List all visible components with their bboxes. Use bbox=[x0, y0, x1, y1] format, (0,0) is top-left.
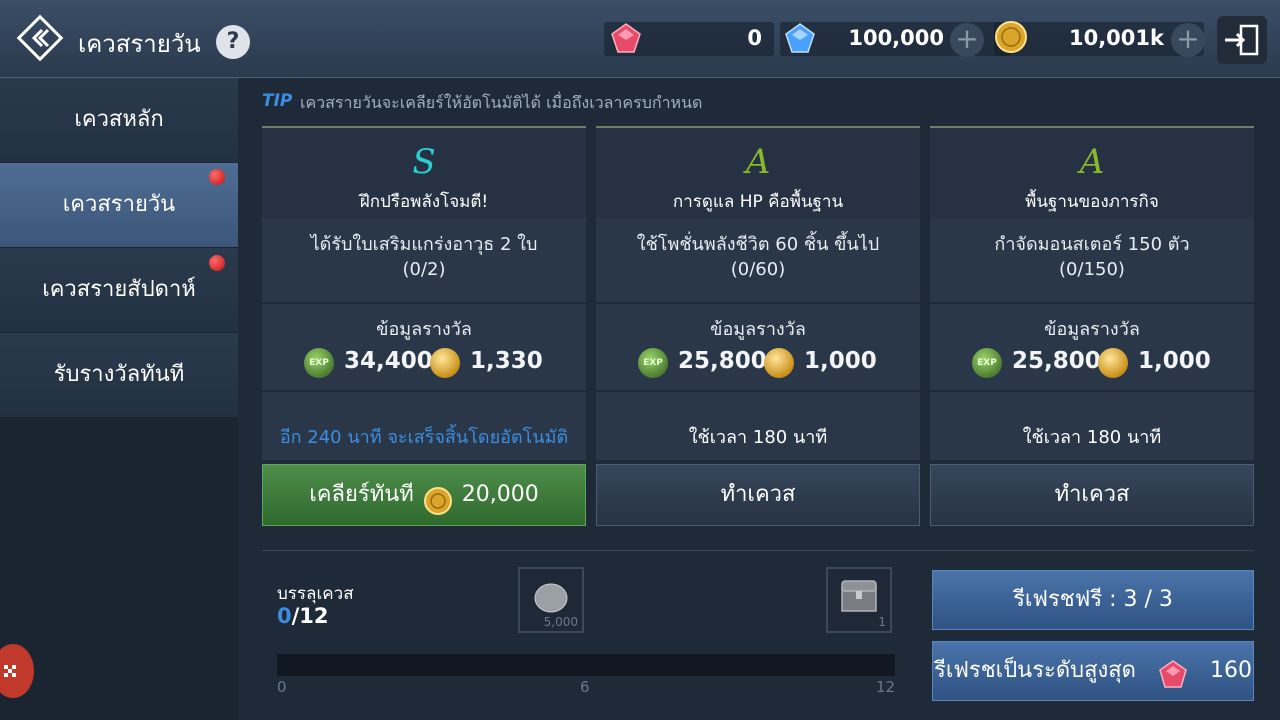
reward-row: EXP 34,400 1,330 bbox=[262, 348, 586, 382]
divider bbox=[596, 302, 920, 304]
gold-coin-icon bbox=[430, 348, 460, 378]
quest-card: A พื้นฐานของภารกิจ กำจัดมอนสเตอร์ 150 ตั… bbox=[930, 126, 1254, 460]
quest-card: S ฝึกปรือพลังโจมตี! ได้รับใบเสริมแกร่งอา… bbox=[262, 126, 586, 460]
do-quest-button[interactable]: ทำเควส bbox=[930, 464, 1254, 526]
quest-progress: (0/2) bbox=[402, 259, 446, 280]
gold-coin-icon bbox=[994, 20, 1028, 58]
milestone-reward-2[interactable]: 1 bbox=[826, 567, 892, 633]
quest-title: การดูแล HP คือพื้นฐาน bbox=[672, 192, 844, 212]
progress-tick: 12 bbox=[876, 678, 896, 696]
tip-text: เควสรายวันจะเคลียร์ให้อัตโนมัติได้ เมื่อ… bbox=[300, 93, 703, 112]
quest-progress: (0/60) bbox=[730, 259, 786, 280]
quest-title: พื้นฐานของภารกิจ bbox=[1025, 192, 1159, 212]
quest-description: ได้รับใบเสริมแกร่งอาวุธ 2 ใบ (0/2) bbox=[262, 232, 586, 282]
divider bbox=[262, 390, 586, 392]
quest-grade: A bbox=[1079, 142, 1105, 182]
exp-reward-value: 25,800 bbox=[1012, 348, 1101, 374]
reward-caption: 5,000 bbox=[543, 615, 578, 629]
clear-now-cost: 20,000 bbox=[461, 482, 539, 507]
quest-objective: กำจัดมอนสเตอร์ 150 ตัว bbox=[994, 234, 1190, 255]
quest-objective: ได้รับใบเสริมแกร่งอาวุธ 2 ใบ bbox=[310, 234, 538, 255]
sidebar-item-daily-quest[interactable]: เควสรายวัน bbox=[0, 163, 238, 247]
sidebar-item-main-quest[interactable]: เควสหลัก bbox=[0, 78, 238, 162]
quest-duration: ใช้เวลา 180 นาที bbox=[1022, 427, 1162, 448]
back-icon[interactable] bbox=[14, 12, 66, 64]
max-refresh-cost: 160 bbox=[1209, 658, 1252, 683]
do-quest-button[interactable]: ทำเควส bbox=[596, 464, 920, 526]
gold-coin-icon bbox=[1098, 348, 1128, 378]
sidebar: เควสหลัก เควสรายวัน เควสรายสัปดาห์ รับรา… bbox=[0, 78, 238, 720]
quest-card: A การดูแล HP คือพื้นฐาน ใช้โพชั่นพลังชีว… bbox=[596, 126, 920, 460]
reward-caption: 1 bbox=[878, 615, 886, 629]
quest-title: ฝึกปรือพลังโจมตี! bbox=[359, 192, 489, 212]
quest-description: ใช้โพชั่นพลังชีวิต 60 ชิ้น ขึ้นไป (0/60) bbox=[596, 232, 920, 282]
divider bbox=[262, 550, 1254, 551]
quest-objective: ใช้โพชั่นพลังชีวิต 60 ชิ้น ขึ้นไป bbox=[636, 234, 880, 255]
quest-completion-count: 0/12 bbox=[277, 604, 329, 628]
free-refresh-button[interactable]: รีเฟรชฟรี : 3 / 3 bbox=[932, 570, 1254, 630]
gold-coin-icon bbox=[764, 348, 794, 378]
red-gem-value: 0 bbox=[747, 26, 762, 50]
max-refresh-label: รีเฟรชเป็นระดับสูงสุด bbox=[934, 658, 1136, 683]
exit-icon[interactable] bbox=[1217, 16, 1267, 64]
gold-reward-value: 1,330 bbox=[470, 348, 543, 374]
quest-duration: ใช้เวลา 180 นาที bbox=[688, 427, 828, 448]
notification-badge bbox=[209, 169, 225, 185]
quest-grade: A bbox=[745, 142, 771, 182]
sidebar-item-instant-reward[interactable]: รับรางวัลทันที bbox=[0, 333, 238, 417]
clear-now-button[interactable]: เคลียร์ทันที 20,000 bbox=[262, 464, 586, 526]
reward-row: EXP 25,800 1,000 bbox=[930, 348, 1254, 382]
notification-badge bbox=[209, 255, 225, 271]
gold-reward-value: 1,000 bbox=[804, 348, 877, 374]
divider bbox=[930, 390, 1254, 392]
top-bar: เควสรายวัน ? 0 100,000 + 10,001k + bbox=[0, 0, 1280, 78]
gold-reward-value: 1,000 bbox=[1138, 348, 1211, 374]
silver-stone-icon bbox=[534, 583, 568, 613]
gold-coin-icon bbox=[421, 480, 455, 515]
blue-diamond-icon bbox=[782, 20, 818, 58]
gold-value: 10,001k bbox=[1068, 26, 1164, 50]
reward-row: EXP 25,800 1,000 bbox=[596, 348, 920, 382]
quest-completion-label: บรรลุเควส bbox=[277, 584, 354, 604]
quest-progress: (0/150) bbox=[1059, 259, 1125, 280]
exp-icon: EXP bbox=[304, 348, 334, 378]
milestone-reward-1[interactable]: 5,000 bbox=[518, 567, 584, 633]
quest-progress-bar bbox=[277, 654, 895, 676]
divider bbox=[596, 390, 920, 392]
exp-reward-value: 34,400 bbox=[344, 348, 433, 374]
add-blue-gem-button[interactable]: + bbox=[950, 23, 984, 57]
red-gem-icon bbox=[608, 20, 644, 58]
page-title: เควสรายวัน bbox=[78, 30, 201, 58]
total-count: /12 bbox=[291, 604, 329, 628]
completed-count: 0 bbox=[277, 604, 292, 628]
divider bbox=[930, 302, 1254, 304]
reward-info-label: ข้อมูลรางวัล bbox=[1044, 319, 1140, 340]
quest-description: กำจัดมอนสเตอร์ 150 ตัว (0/150) bbox=[930, 232, 1254, 282]
quest-timer: อีก 240 นาที จะเสร็จสิ้นโดยอัตโนมัติ bbox=[279, 427, 569, 448]
exp-icon: EXP bbox=[638, 348, 668, 378]
exp-icon: EXP bbox=[972, 348, 1002, 378]
treasure-chest-icon bbox=[841, 580, 877, 612]
sidebar-item-weekly-quest[interactable]: เควสรายสัปดาห์ bbox=[0, 248, 238, 332]
reward-info-label: ข้อมูลรางวัล bbox=[710, 319, 806, 340]
add-gold-button[interactable]: + bbox=[1171, 23, 1205, 57]
help-button[interactable]: ? bbox=[216, 25, 250, 59]
blue-gem-value: 100,000 bbox=[848, 26, 944, 50]
reward-info-label: ข้อมูลรางวัล bbox=[376, 319, 472, 340]
divider bbox=[262, 302, 586, 304]
red-gem-icon bbox=[1143, 655, 1203, 688]
quest-grade: S bbox=[412, 142, 436, 182]
gamepad-icon[interactable] bbox=[0, 644, 34, 698]
clear-now-label: เคลียร์ทันที bbox=[309, 482, 414, 507]
progress-tick: 0 bbox=[277, 678, 287, 696]
progress-tick: 6 bbox=[580, 678, 590, 696]
max-refresh-button[interactable]: รีเฟรชเป็นระดับสูงสุด 160 bbox=[932, 641, 1254, 701]
tip-label: TIP bbox=[262, 91, 293, 111]
exp-reward-value: 25,800 bbox=[678, 348, 767, 374]
